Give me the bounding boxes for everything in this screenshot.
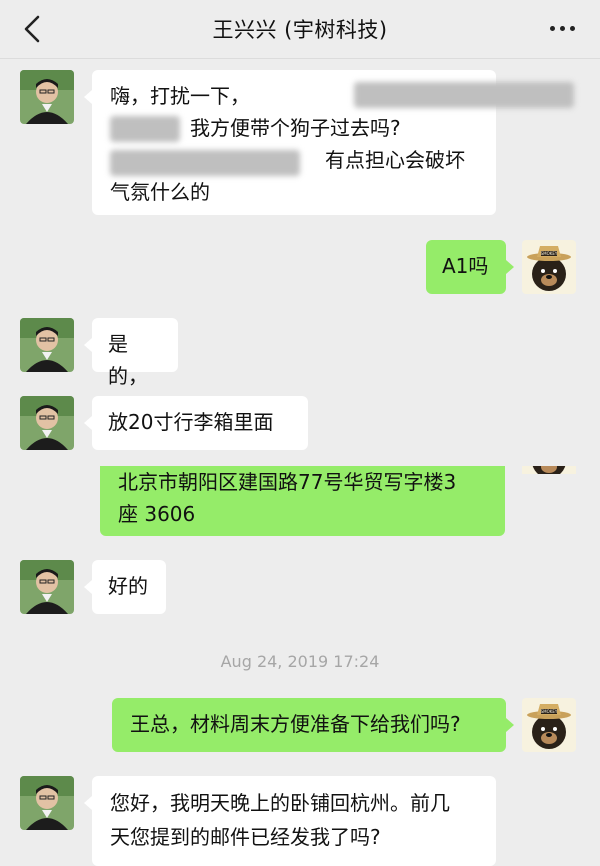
message-text: 我方便带个狗子过去吗? bbox=[190, 116, 401, 140]
message-text: 气氛什么的 bbox=[110, 180, 210, 204]
message-text: 是的， bbox=[108, 332, 148, 388]
message-bubble[interactable]: 您好，我明天晚上的卧铺回杭州。前几 天您提到的邮件已经发我了吗? bbox=[84, 776, 496, 866]
message-text: 放20寸行李箱里面 bbox=[108, 410, 274, 434]
message-text: 好的 bbox=[108, 574, 148, 598]
redacted-text bbox=[110, 116, 180, 142]
contact-avatar-icon[interactable] bbox=[20, 776, 74, 830]
message-text: 王总，材料周末方便准备下给我们吗? bbox=[130, 712, 461, 736]
message-bubble[interactable]: 嗨，打扰一下， 我方便带个狗子过去吗? 有点担心会破坏 气氛什么的 bbox=[84, 70, 574, 215]
message-timestamp: Aug 24, 2019 17:24 bbox=[220, 652, 380, 671]
contact-avatar-icon[interactable] bbox=[20, 396, 74, 450]
message-text: 天您提到的邮件已经发我了吗? bbox=[110, 825, 381, 849]
redacted-text bbox=[354, 82, 574, 108]
contact-avatar-icon[interactable] bbox=[20, 318, 74, 372]
message-bubble[interactable]: A1吗 bbox=[426, 240, 514, 294]
message-bubble[interactable]: 是的， bbox=[84, 318, 178, 388]
smokey-bear-avatar-icon bbox=[522, 466, 576, 474]
chat-title: 王兴兴 (宇树科技) bbox=[212, 18, 388, 42]
message-bubble[interactable]: 北京市朝阳区建国路77号华贸写字楼3 座 3606 bbox=[100, 466, 505, 536]
message-text: 北京市朝阳区建国路77号华贸写字楼3 bbox=[118, 470, 457, 494]
redacted-text bbox=[110, 150, 300, 176]
message-text: 有点担心会破坏 bbox=[325, 148, 465, 172]
message-text: 您好，我明天晚上的卧铺回杭州。前几 bbox=[110, 791, 450, 815]
message-bubble[interactable]: 放20寸行李箱里面 bbox=[84, 396, 308, 450]
message-bubble[interactable]: 好的 bbox=[84, 560, 166, 614]
contact-avatar-icon[interactable] bbox=[20, 560, 74, 614]
message-bubble[interactable]: 王总，材料周末方便准备下给我们吗? bbox=[112, 698, 514, 752]
chat-header: 王兴兴 (宇树科技) bbox=[0, 0, 600, 59]
smokey-bear-avatar-icon[interactable] bbox=[522, 698, 576, 752]
message-text: 座 3606 bbox=[118, 502, 196, 526]
contact-avatar-icon[interactable] bbox=[20, 70, 74, 124]
smokey-bear-avatar-icon[interactable] bbox=[522, 240, 576, 294]
message-text: A1吗 bbox=[442, 254, 489, 278]
more-options-icon[interactable] bbox=[548, 18, 578, 38]
